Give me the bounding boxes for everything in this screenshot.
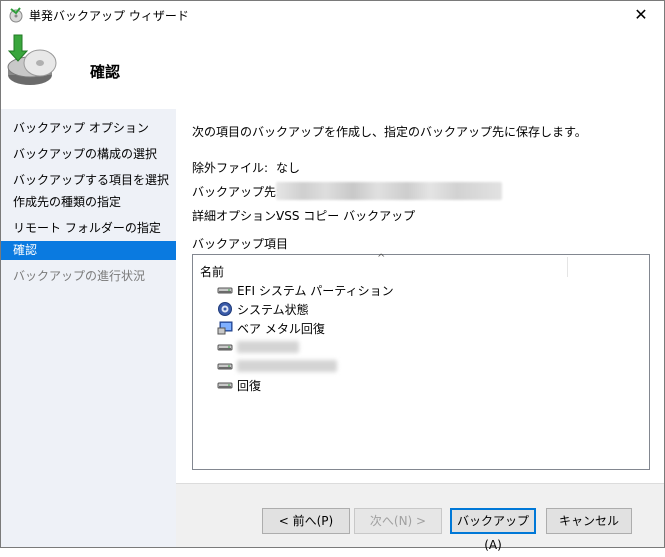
window-title: 単発バックアップ ウィザード [29, 9, 189, 23]
advanced-options-label: 詳細オプション: [192, 209, 281, 223]
sort-ascending-icon: ^ [377, 253, 386, 264]
column-divider[interactable] [567, 257, 568, 277]
list-header: ^ 名前 [193, 253, 649, 280]
page-title: 確認 [90, 63, 121, 81]
bare-metal-icon [217, 321, 233, 335]
system-state-icon [218, 302, 232, 316]
close-button[interactable]: ✕ [618, 1, 664, 29]
list-item-label: ベア メタル回復 [237, 321, 325, 336]
sidebar-item-select-items[interactable]: バックアップする項目を選択 [1, 171, 176, 190]
wizard-window: 単発バックアップ ウィザード ✕ 確認 バックアップ オプション バックアップの… [0, 0, 665, 552]
next-button[interactable]: 次へ(N) > [354, 508, 442, 534]
destination-value-redacted [276, 182, 502, 200]
list-item[interactable]: 回復 [217, 376, 261, 394]
list-item[interactable]: ベア メタル回復 [217, 319, 325, 337]
back-button[interactable]: < 前へ(P) [262, 508, 350, 534]
list-item[interactable]: システム状態 [217, 300, 309, 318]
backup-disk-icon [7, 34, 57, 85]
backup-app-icon [9, 7, 23, 23]
drive-icon [217, 363, 233, 370]
sidebar-item-remote-folder[interactable]: リモート フォルダーの指定 [1, 219, 176, 238]
list-item-label-redacted [237, 360, 337, 372]
backup-button[interactable]: バックアップ(A) [450, 508, 536, 552]
exclude-label: 除外ファイル: [192, 161, 269, 175]
wizard-header: 確認 [1, 29, 664, 109]
backup-items-list[interactable]: ^ 名前 EFI システム パーティション システム状態 ベア メタル回復 回復 [192, 253, 650, 470]
cancel-button[interactable]: キャンセル [546, 508, 632, 534]
drive-icon [217, 344, 233, 351]
advanced-options-value: VSS コピー バックアップ [276, 209, 416, 223]
list-item[interactable] [217, 357, 337, 375]
sidebar-item-destination-type[interactable]: 作成先の種類の指定 [1, 193, 176, 212]
drive-icon [217, 287, 233, 294]
close-icon: ✕ [634, 5, 648, 24]
list-item[interactable] [217, 338, 299, 356]
drive-icon [217, 382, 233, 389]
intro-text: 次の項目のバックアップを作成し、指定のバックアップ先に保存します。 [192, 125, 587, 139]
sidebar-item-backup-options[interactable]: バックアップ オプション [1, 119, 176, 138]
sidebar-item-confirmation[interactable]: 確認 [1, 241, 176, 260]
list-item-label: EFI システム パーティション [237, 283, 394, 298]
backup-items-label: バックアップ項目 [192, 237, 289, 251]
column-header-name[interactable]: 名前 [200, 263, 224, 280]
wizard-steps-sidebar: バックアップ オプション バックアップの構成の選択 バックアップする項目を選択 … [1, 109, 176, 547]
list-item-label: 回復 [237, 378, 262, 393]
list-item[interactable]: EFI システム パーティション [217, 281, 394, 299]
destination-label: バックアップ先: [192, 185, 281, 199]
list-item-label: システム状態 [237, 302, 309, 317]
exclude-value: なし [276, 161, 301, 175]
sidebar-item-progress: バックアップの進行状況 [13, 269, 146, 283]
wizard-footer: < 前へ(P) 次へ(N) > バックアップ(A) キャンセル [176, 483, 664, 552]
confirmation-panel: 次の項目のバックアップを作成し、指定のバックアップ先に保存します。 除外ファイル… [176, 109, 664, 483]
title-bar: 単発バックアップ ウィザード ✕ [1, 1, 664, 29]
list-item-label-redacted [237, 341, 299, 353]
sidebar-item-backup-config[interactable]: バックアップの構成の選択 [1, 145, 176, 164]
